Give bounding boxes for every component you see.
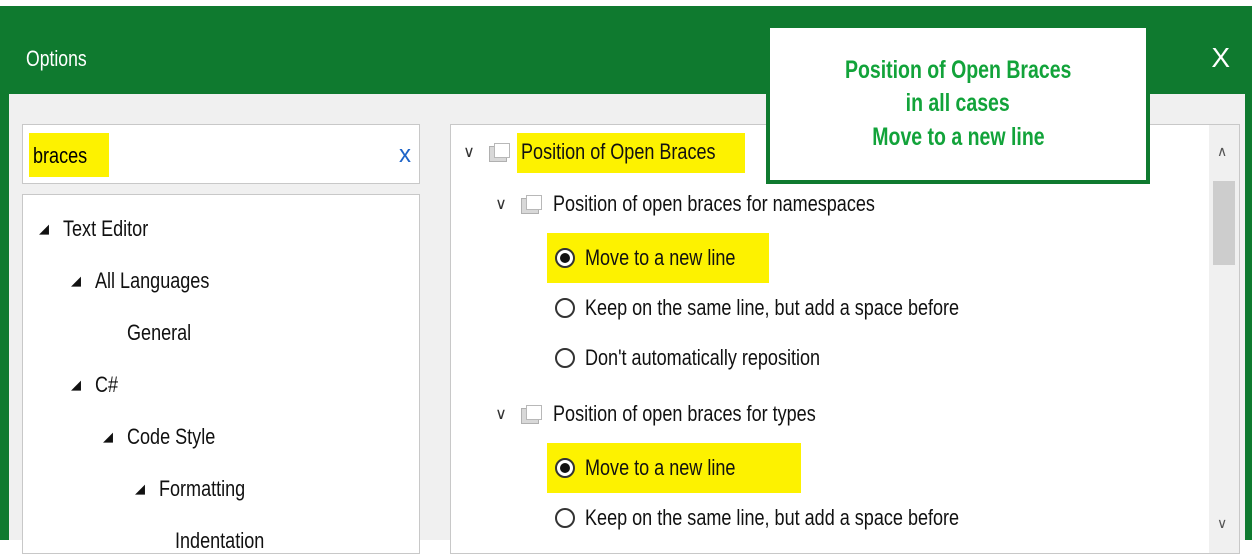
setting-group-types[interactable]: ∨ Position of open braces for types	[489, 401, 873, 427]
tree-item-code-style[interactable]: ◢ Code Style	[103, 423, 235, 450]
radio-option[interactable]: Don't automatically reposition	[555, 345, 872, 371]
tree-item-all-languages[interactable]: ◢ All Languages	[71, 267, 234, 294]
tree-item-text-editor[interactable]: ◢ Text Editor	[39, 215, 167, 242]
settings-pane: ∨ Position of Open Braces ∨ Position of …	[450, 124, 1240, 554]
callout-line-3: Move to a new line	[871, 122, 1045, 151]
close-button[interactable]: X	[1211, 42, 1230, 74]
radio-unselected-icon[interactable]	[555, 348, 575, 368]
setting-root[interactable]: ∨ Position of Open Braces	[457, 139, 758, 165]
expanded-arrow-icon[interactable]: ◢	[135, 481, 145, 497]
radio-selected-icon[interactable]	[555, 248, 575, 268]
folder-icon	[521, 405, 543, 424]
folder-icon	[489, 143, 511, 162]
expanded-arrow-icon[interactable]: ◢	[71, 377, 81, 393]
chevron-down-icon[interactable]: ∨	[457, 142, 481, 162]
search-box[interactable]: braces x	[22, 124, 420, 184]
radio-selected-icon[interactable]	[555, 458, 575, 478]
radio-unselected-icon[interactable]	[555, 298, 575, 318]
callout-line-1: Position of Open Braces	[844, 56, 1072, 85]
scroll-up-icon[interactable]: ∧	[1217, 143, 1227, 160]
vertical-scrollbar[interactable]: ∧ ∨	[1209, 125, 1239, 553]
setting-group-namespaces[interactable]: ∨ Position of open braces for namespaces	[489, 191, 946, 217]
clear-search-icon[interactable]: x	[399, 141, 411, 169]
chevron-down-icon[interactable]: ∨	[489, 404, 513, 424]
radio-option[interactable]: Keep on the same line, but add a space b…	[555, 295, 1041, 321]
expanded-arrow-icon[interactable]: ◢	[71, 273, 81, 289]
scroll-down-icon[interactable]: ∨	[1217, 515, 1227, 532]
expanded-arrow-icon[interactable]: ◢	[103, 429, 113, 445]
radio-option[interactable]: Keep on the same line, but add a space b…	[555, 505, 1041, 531]
radio-option[interactable]: Move to a new line	[555, 455, 768, 481]
callout-line-2: in all cases	[905, 89, 1011, 118]
tree-item-indentation[interactable]: Indentation	[175, 527, 284, 553]
tree-item-formatting[interactable]: ◢ Formatting	[135, 475, 264, 502]
window-frame-right	[1245, 94, 1252, 540]
expanded-arrow-icon[interactable]: ◢	[39, 221, 49, 237]
annotation-callout: Position of Open Braces in all cases Mov…	[766, 24, 1150, 184]
radio-unselected-icon[interactable]	[555, 508, 575, 528]
scroll-thumb[interactable]	[1213, 181, 1235, 265]
window-frame-left	[0, 94, 9, 540]
radio-option[interactable]: Move to a new line	[555, 245, 768, 271]
chevron-down-icon[interactable]: ∨	[489, 194, 513, 214]
window-title: Options	[26, 46, 87, 71]
tree-item-csharp[interactable]: ◢ C#	[71, 371, 123, 398]
folder-icon	[521, 195, 543, 214]
options-tree: ◢ Text Editor ◢ All Languages General ◢ C# …	[22, 194, 420, 554]
search-input[interactable]: braces	[33, 143, 87, 169]
tree-item-general[interactable]: General	[127, 319, 205, 346]
